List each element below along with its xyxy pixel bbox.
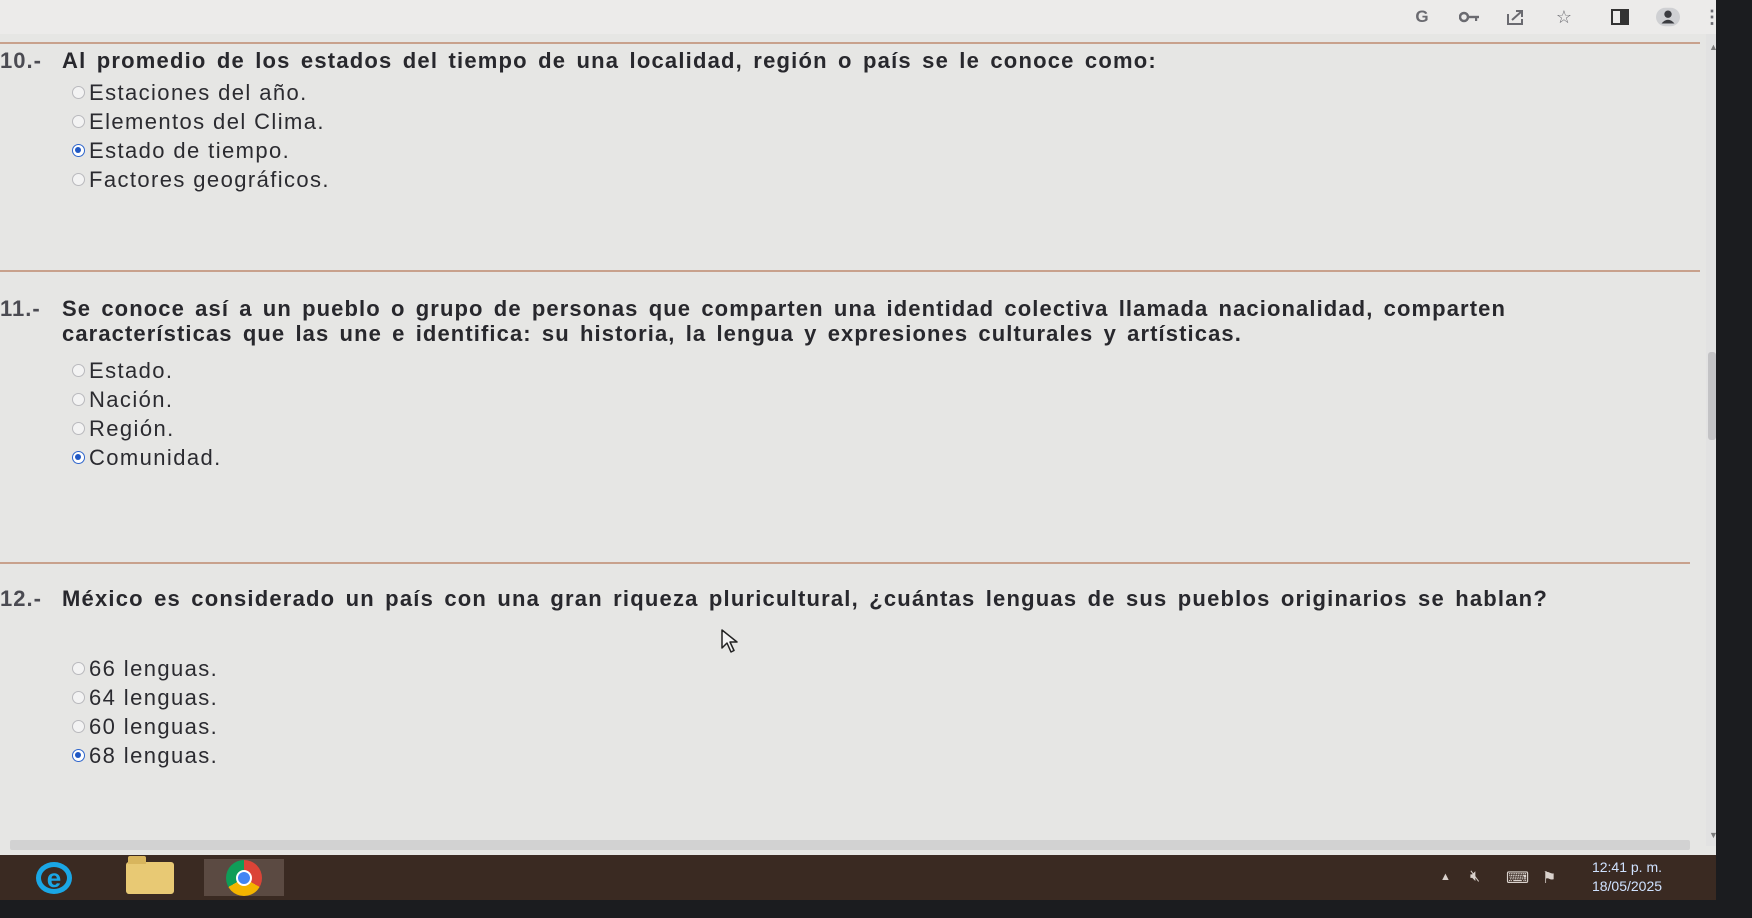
question-number: 12.-: [0, 586, 42, 611]
option-estado[interactable]: Estado.: [72, 356, 222, 385]
option-label: Elementos del Clima.: [89, 108, 325, 134]
radio-button[interactable]: [72, 662, 85, 675]
option-label: Estado de tiempo.: [89, 137, 291, 163]
radio-button[interactable]: [72, 422, 85, 435]
option-region[interactable]: Región.: [72, 414, 222, 443]
internet-explorer-icon: e: [36, 861, 72, 894]
scroll-down-arrow-icon[interactable]: ▼: [1709, 830, 1716, 840]
question-11: 11.- Se conoce así a un pueblo o grupo d…: [0, 296, 1690, 536]
option-estado-de-tiempo[interactable]: Estado de tiempo.: [72, 136, 330, 165]
show-hidden-icons-icon[interactable]: ▲: [1440, 871, 1451, 883]
question-10: 10.- Al promedio de los estados del tiem…: [0, 48, 1690, 248]
options-list: Estado. Nación. Región. Comunidad.: [72, 356, 222, 472]
option-factores[interactable]: Factores geográficos.: [72, 165, 330, 194]
question-text: Al promedio de los estados del tiempo de…: [62, 48, 1157, 73]
question-separator: [0, 42, 1700, 44]
option-60-lenguas[interactable]: 60 lenguas.: [72, 712, 218, 741]
question-text: Se conoce así a un pueblo o grupo de per…: [62, 296, 1507, 346]
chrome-button[interactable]: [204, 859, 284, 896]
option-nacion[interactable]: Nación.: [72, 385, 222, 414]
option-label: Estaciones del año.: [89, 79, 308, 105]
file-explorer-button[interactable]: [110, 855, 190, 896]
radio-button[interactable]: [72, 691, 85, 704]
option-label: Región.: [89, 415, 175, 441]
taskbar: e ▲ 🔇︎ ⌨︎ ⚑ 12:41 p. m. 18/05/2025: [0, 855, 1716, 900]
option-64-lenguas[interactable]: 64 lenguas.: [72, 683, 218, 712]
sidebar-icon[interactable]: [1608, 5, 1632, 29]
radio-button[interactable]: [72, 393, 85, 406]
option-comunidad[interactable]: Comunidad.: [72, 443, 222, 472]
more-menu-icon[interactable]: ⋮: [1700, 5, 1716, 29]
radio-button[interactable]: [72, 86, 85, 99]
horizontal-scrollbar[interactable]: [10, 840, 1690, 850]
option-label: Nación.: [89, 386, 174, 412]
option-label: Factores geográficos.: [89, 166, 330, 192]
question-text: México es considerado un país con una gr…: [62, 586, 1548, 611]
option-label: Estado.: [89, 357, 174, 383]
question-12: 12.- México es considerado un país con u…: [0, 586, 1690, 806]
google-icon[interactable]: G: [1410, 5, 1434, 29]
option-68-lenguas[interactable]: 68 lenguas.: [72, 741, 218, 770]
radio-button-selected[interactable]: [72, 451, 85, 464]
option-elementos[interactable]: Elementos del Clima.: [72, 107, 330, 136]
clock-time: 12:41 p. m.: [1591, 859, 1663, 875]
option-label: 68 lenguas.: [89, 742, 219, 768]
share-icon[interactable]: [1504, 5, 1528, 29]
radio-button[interactable]: [72, 720, 85, 733]
option-estaciones[interactable]: Estaciones del año.: [72, 78, 330, 107]
radio-button-selected[interactable]: [72, 749, 85, 762]
scroll-thumb[interactable]: [1708, 352, 1716, 440]
chrome-icon: [226, 859, 262, 896]
option-label: 60 lenguas.: [89, 713, 219, 739]
internet-explorer-button[interactable]: e: [14, 859, 94, 896]
volume-muted-icon[interactable]: 🔇︎: [1470, 868, 1480, 886]
question-separator: [0, 270, 1700, 272]
scroll-up-arrow-icon[interactable]: ▲: [1709, 42, 1716, 52]
system-clock[interactable]: 12:41 p. m. 18/05/2025: [1582, 858, 1672, 896]
option-label: 66 lenguas.: [89, 655, 219, 681]
clock-date: 18/05/2025: [1591, 878, 1663, 894]
question-number: 10.-: [0, 48, 42, 73]
profile-icon[interactable]: [1656, 5, 1680, 29]
quiz-content: 10.- Al promedio de los estados del tiem…: [0, 34, 1710, 846]
question-separator: [0, 562, 1690, 564]
radio-button-selected[interactable]: [72, 144, 85, 157]
network-icon[interactable]: ⌨︎: [1506, 868, 1529, 888]
vertical-scrollbar[interactable]: ▲ ▼: [1706, 34, 1716, 846]
action-center-flag-icon[interactable]: ⚑: [1542, 868, 1556, 888]
radio-button[interactable]: [72, 364, 85, 377]
mouse-cursor-icon: [721, 629, 738, 653]
browser-window: G ☆ ⋮ 10.- Al promedio de los estados de…: [0, 0, 1716, 855]
radio-button[interactable]: [72, 115, 85, 128]
options-list: 66 lenguas. 64 lenguas. 60 lenguas. 68 l…: [72, 654, 218, 770]
key-icon[interactable]: [1458, 5, 1482, 29]
star-icon[interactable]: ☆: [1552, 5, 1576, 29]
options-list: Estaciones del año. Elementos del Clima.…: [72, 78, 330, 194]
folder-icon: [126, 855, 174, 894]
option-label: Comunidad.: [89, 444, 222, 470]
browser-toolbar: G ☆ ⋮: [0, 0, 1716, 34]
option-label: 64 lenguas.: [89, 684, 219, 710]
radio-button[interactable]: [72, 173, 85, 186]
question-number: 11.-: [0, 296, 41, 321]
option-66-lenguas[interactable]: 66 lenguas.: [72, 654, 218, 683]
